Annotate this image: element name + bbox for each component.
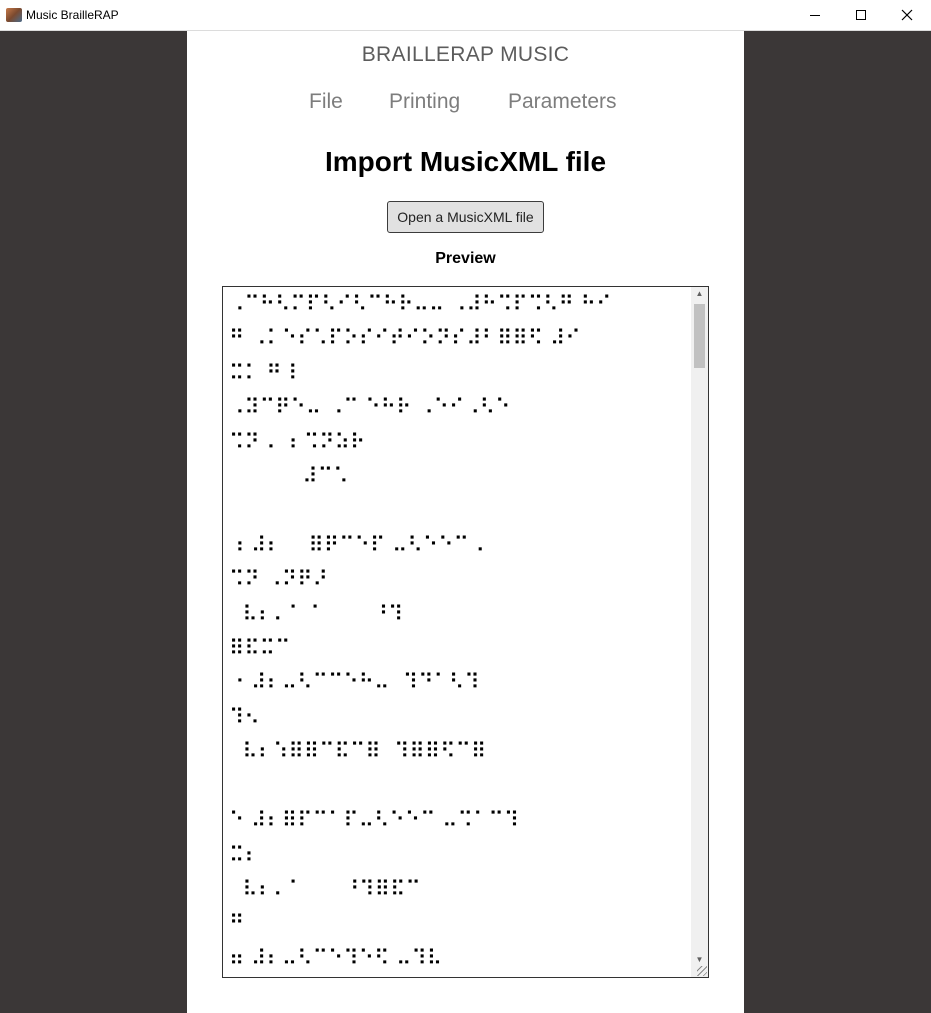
app-icon (6, 8, 22, 22)
maximize-button[interactable] (838, 0, 884, 30)
minimize-icon (810, 14, 820, 16)
resize-grip-icon[interactable] (697, 966, 707, 976)
scrollbar-thumb[interactable] (694, 304, 705, 368)
preview-label: Preview (435, 250, 496, 267)
nav-parameters[interactable]: Parameters (508, 90, 617, 114)
open-musicxml-button[interactable]: Open a MusicXML file (387, 201, 544, 233)
nav-printing[interactable]: Printing (389, 90, 460, 114)
app-brand: BRAILLERAP MUSIC (361, 43, 570, 66)
window-title: Music BrailleRAP (26, 8, 119, 22)
maximize-icon (856, 10, 866, 20)
page-title: Import MusicXML file (324, 146, 607, 177)
scroll-up-icon[interactable]: ▲ (691, 287, 708, 301)
close-button[interactable] (884, 0, 930, 30)
preview-scrollbar[interactable]: ▲ ▼ (691, 287, 708, 977)
braille-preview-content: ⠠⠉⠓⠣⠍⠏⠣⠊⠣⠉⠓⠗⠤⠤ ⠠⠼⠓⠩⠏⠩⠣⠛ ⠓⠊ ⠛ ⠠⠅⠑⠎⠡⠏⠕⠎⠊⠞⠊… (229, 292, 612, 970)
window-titlebar: Music BrailleRAP (0, 0, 931, 31)
scroll-down-icon[interactable]: ▼ (691, 953, 708, 967)
braille-preview-textarea[interactable]: ⠠⠉⠓⠣⠍⠏⠣⠊⠣⠉⠓⠗⠤⠤ ⠠⠼⠓⠩⠏⠩⠣⠛ ⠓⠊ ⠛ ⠠⠅⠑⠎⠡⠏⠕⠎⠊⠞⠊… (222, 286, 709, 978)
close-icon (901, 9, 913, 21)
nav-file[interactable]: File (309, 90, 343, 114)
main-panel: BRAILLERAP MUSIC File Printing Parameter… (187, 31, 744, 1013)
minimize-button[interactable] (792, 0, 838, 30)
